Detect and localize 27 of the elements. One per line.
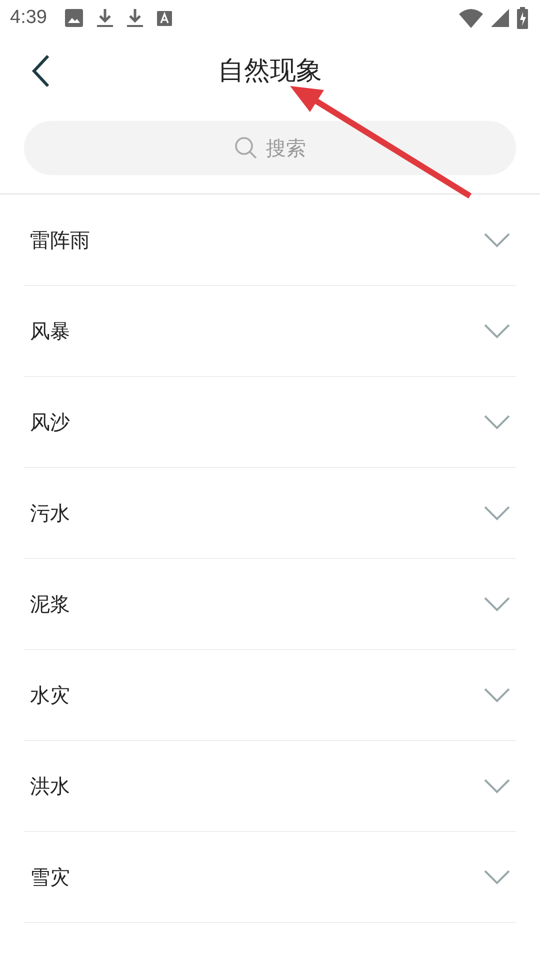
list-item[interactable]: 雷阵雨 (24, 195, 516, 286)
signal-icon (491, 9, 509, 27)
item-label: 污水 (30, 500, 70, 526)
battery-icon (517, 7, 528, 29)
list-item[interactable]: 雪灾 (24, 832, 516, 923)
page-title: 自然现象 (218, 54, 322, 88)
item-label: 风沙 (30, 408, 70, 436)
list-item[interactable]: 洪水 (24, 741, 516, 832)
list-item[interactable]: 泥浆 (24, 559, 516, 650)
search-field[interactable]: 搜索 (24, 121, 516, 175)
image-icon (64, 9, 83, 27)
download-icon (96, 8, 113, 28)
list-item[interactable]: 风暴 (24, 286, 516, 377)
download-icon (126, 8, 143, 28)
item-label: 洪水 (30, 772, 70, 800)
status-time: 4:39 (10, 7, 47, 29)
list-item[interactable]: 水灾 (24, 650, 516, 741)
wifi-icon (459, 8, 483, 28)
font-icon (156, 10, 172, 26)
item-label: 风暴 (30, 318, 70, 344)
item-label: 雷阵雨 (30, 226, 90, 254)
item-label: 雪灾 (30, 864, 70, 890)
item-label: 水灾 (30, 682, 70, 708)
search-icon (234, 136, 258, 160)
item-label: 泥浆 (30, 590, 70, 618)
list-item[interactable]: 污水 (24, 468, 516, 559)
list-item[interactable]: 风沙 (24, 377, 516, 468)
